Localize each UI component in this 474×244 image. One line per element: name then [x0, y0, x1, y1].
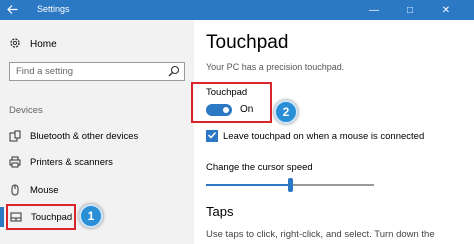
touchpad-icon	[10, 211, 22, 223]
sidebar-item-touchpad[interactable]: Touchpad	[6, 204, 76, 230]
step-badge-2: 2	[274, 100, 298, 124]
sidebar-item-label: Touchpad	[31, 211, 73, 223]
taps-section-title: Taps	[206, 204, 234, 219]
home-label: Home	[30, 39, 57, 50]
touchpad-toggle-label: Touchpad	[206, 87, 248, 98]
search-icon[interactable]	[168, 65, 180, 77]
step-badge-1: 1	[79, 204, 103, 228]
minimize-button[interactable]: —	[358, 0, 390, 20]
slider-fill	[206, 184, 290, 186]
selected-indicator	[0, 207, 4, 227]
close-button[interactable]: ✕	[430, 0, 462, 20]
sidebar-item-bluetooth[interactable]: Bluetooth & other devices	[9, 128, 138, 144]
title-bar: Settings — □ ✕	[0, 0, 474, 20]
maximize-button[interactable]: □	[394, 0, 426, 20]
search-input[interactable]: Find a setting	[9, 62, 185, 81]
toggle-knob	[223, 107, 229, 113]
gear-icon	[9, 37, 21, 52]
sidebar-item-label: Bluetooth & other devices	[30, 130, 139, 142]
touchpad-toggle[interactable]	[206, 104, 232, 116]
devices-section-label: Devices	[9, 105, 43, 116]
leave-touchpad-on-label: Leave touchpad on when a mouse is connec…	[223, 131, 425, 142]
home-nav-item[interactable]: Home	[9, 37, 57, 52]
page-subtitle: Your PC has a precision touchpad.	[206, 62, 345, 72]
checkmark-icon	[207, 127, 217, 145]
window-title: Settings	[37, 4, 70, 14]
main-content: Touchpad Your PC has a precision touchpa…	[191, 20, 474, 244]
cursor-speed-slider[interactable]	[206, 178, 374, 192]
printer-icon	[9, 156, 21, 168]
search-placeholder: Find a setting	[16, 66, 74, 77]
sidebar-item-printers[interactable]: Printers & scanners	[9, 154, 113, 170]
sidebar-item-label: Printers & scanners	[30, 156, 113, 168]
bluetooth-devices-icon	[9, 130, 21, 142]
sidebar: Home Find a setting Devices Bluetooth & …	[0, 20, 194, 244]
slider-thumb[interactable]	[288, 178, 293, 192]
leave-touchpad-on-checkbox[interactable]	[206, 130, 218, 142]
touchpad-toggle-state: On	[240, 104, 254, 115]
cursor-speed-label: Change the cursor speed	[206, 162, 313, 173]
sidebar-item-label: Mouse	[30, 184, 59, 196]
sidebar-item-mouse[interactable]: Mouse	[9, 182, 59, 198]
back-button[interactable]	[0, 0, 24, 20]
arrow-left-icon	[6, 3, 18, 17]
mouse-icon	[9, 184, 21, 196]
taps-description: Use taps to click, right-click, and sele…	[206, 229, 435, 240]
page-title: Touchpad	[206, 32, 289, 53]
